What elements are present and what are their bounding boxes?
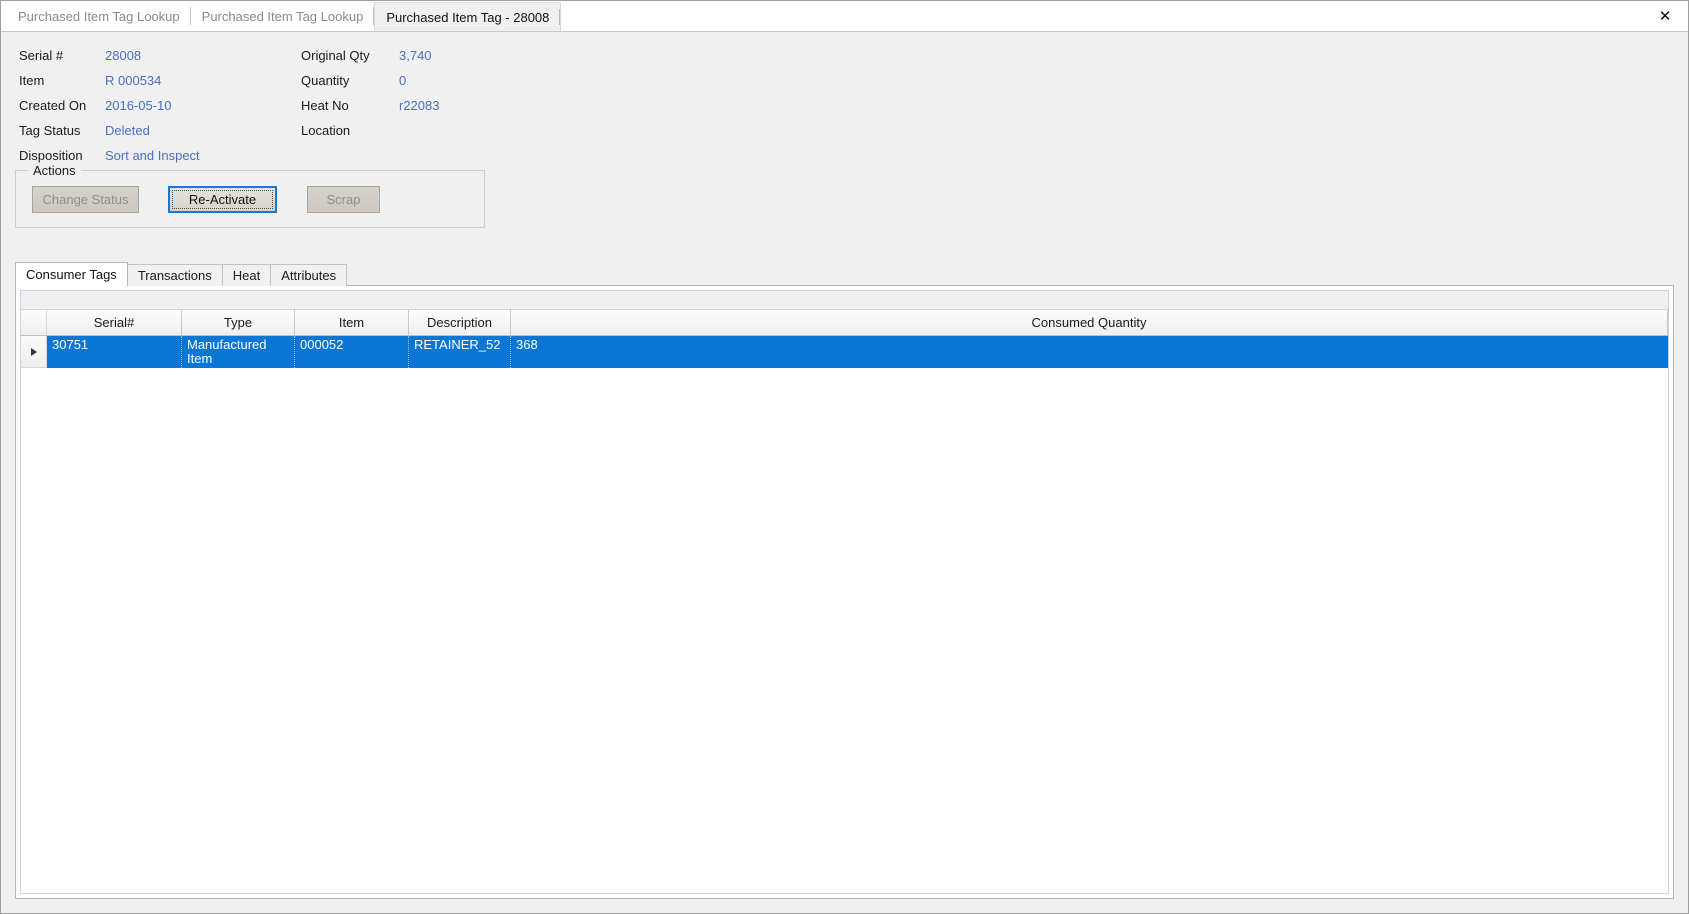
document-tabstrip: Purchased Item Tag Lookup Purchased Item… (1, 1, 1688, 32)
field-row-heat-no: Heat No r22083 (301, 93, 601, 118)
doc-tab-label: Purchased Item Tag Lookup (18, 8, 180, 24)
grid-header-row: Serial# Type Item Description Consumed Q… (21, 310, 1668, 336)
field-value-original-qty: 3,740 (399, 48, 432, 63)
detail-tabcontrol: Consumer Tags Transactions Heat Attribut… (15, 262, 1674, 899)
doc-tab-label: Purchased Item Tag - 28008 (386, 9, 550, 25)
field-column-left: Serial # 28008 Item R 000534 Created On … (19, 43, 309, 168)
field-row-quantity: Quantity 0 (301, 68, 601, 93)
actions-groupbox-title: Actions (28, 163, 81, 178)
detail-tabstrip: Consumer Tags Transactions Heat Attribut… (15, 262, 1674, 286)
doc-tab-label: Purchased Item Tag Lookup (201, 8, 364, 24)
column-header-serial[interactable]: Serial# (47, 310, 182, 335)
tab-transactions[interactable]: Transactions (126, 264, 223, 286)
tab-separator (559, 9, 561, 25)
field-row-tag-status: Tag Status Deleted (19, 118, 309, 143)
column-header-item[interactable]: Item (295, 310, 409, 335)
column-header-consumed-quantity[interactable]: Consumed Quantity (511, 310, 1668, 335)
field-value-quantity: 0 (399, 73, 407, 88)
actions-groupbox: Actions Change Status Re-Activate Scrap (15, 163, 485, 228)
field-value-item: R 000534 (105, 73, 162, 88)
field-label-quantity: Quantity (301, 73, 350, 88)
field-label-heat-no: Heat No (301, 98, 349, 113)
field-label-location: Location (301, 123, 351, 138)
doc-tab-purchased-item-tag-lookup-1[interactable]: Purchased Item Tag Lookup (7, 1, 191, 31)
field-row-item: Item R 000534 (19, 68, 309, 93)
application-window: Purchased Item Tag Lookup Purchased Item… (0, 0, 1689, 914)
field-value-heat-no: r22083 (399, 98, 440, 113)
current-row-arrow-icon (30, 347, 37, 356)
tab-page-consumer-tags: Serial# Type Item Description Consumed Q… (15, 285, 1674, 899)
column-header-description[interactable]: Description (409, 310, 511, 335)
tab-attributes-label: Attributes (281, 268, 337, 283)
header-field-panel: Serial # 28008 Item R 000534 Created On … (1, 32, 1688, 173)
tab-transactions-label: Transactions (137, 268, 212, 283)
tab-heat[interactable]: Heat (221, 264, 272, 286)
cell-type[interactable]: Manufactured Item (182, 336, 295, 368)
tab-consumer-tags-label: Consumer Tags (26, 267, 117, 282)
cell-description[interactable]: RETAINER_52 (409, 336, 511, 368)
consumer-tags-datagrid[interactable]: Serial# Type Item Description Consumed Q… (20, 290, 1669, 894)
re-activate-button[interactable]: Re-Activate (168, 186, 277, 213)
scrap-button-label: Scrap (326, 192, 361, 207)
field-label-item: Item (19, 73, 45, 88)
cell-serial[interactable]: 30751 (47, 336, 182, 368)
grid-body: 30751 Manufactured Item 000052 RETAINER_… (21, 336, 1668, 893)
field-value-created-on: 2016-05-10 (105, 98, 172, 113)
doc-tab-purchased-item-tag-28008[interactable]: Purchased Item Tag - 28008 (374, 2, 562, 31)
doc-tab-purchased-item-tag-lookup-2[interactable]: Purchased Item Tag Lookup (190, 1, 375, 31)
grid-toolstrip (21, 291, 1668, 310)
field-row-serial: Serial # 28008 (19, 43, 309, 68)
field-row-original-qty: Original Qty 3,740 (301, 43, 601, 68)
field-value-disposition: Sort and Inspect (105, 148, 200, 163)
field-row-location: Location (301, 118, 601, 143)
field-label-created-on: Created On (19, 98, 87, 113)
field-column-right: Original Qty 3,740 Quantity 0 Heat No r2… (301, 43, 601, 143)
change-status-button-label: Change Status (42, 192, 129, 207)
field-label-tag-status: Tag Status (19, 123, 81, 138)
cell-item[interactable]: 000052 (295, 336, 409, 368)
tab-consumer-tags[interactable]: Consumer Tags (15, 262, 128, 286)
re-activate-button-label: Re-Activate (188, 192, 257, 207)
field-value-serial: 28008 (105, 48, 142, 63)
scrap-button[interactable]: Scrap (307, 186, 380, 213)
grid-rowheader-corner (21, 310, 47, 335)
field-value-tag-status: Deleted (105, 123, 150, 138)
tab-attributes[interactable]: Attributes (270, 264, 348, 286)
cell-consumed-quantity[interactable]: 368 (511, 336, 1668, 368)
field-row-created-on: Created On 2016-05-10 (19, 93, 309, 118)
change-status-button[interactable]: Change Status (32, 186, 139, 213)
tab-heat-label: Heat (232, 268, 261, 283)
field-label-serial: Serial # (19, 48, 64, 63)
column-header-type[interactable]: Type (182, 310, 295, 335)
field-label-original-qty: Original Qty (301, 48, 370, 63)
table-row[interactable]: 30751 Manufactured Item 000052 RETAINER_… (21, 336, 1668, 368)
field-label-disposition: Disposition (19, 148, 83, 163)
row-indicator[interactable] (21, 336, 47, 368)
content-area: Serial # 28008 Item R 000534 Created On … (1, 32, 1688, 913)
close-icon[interactable]: ✕ (1650, 1, 1680, 31)
